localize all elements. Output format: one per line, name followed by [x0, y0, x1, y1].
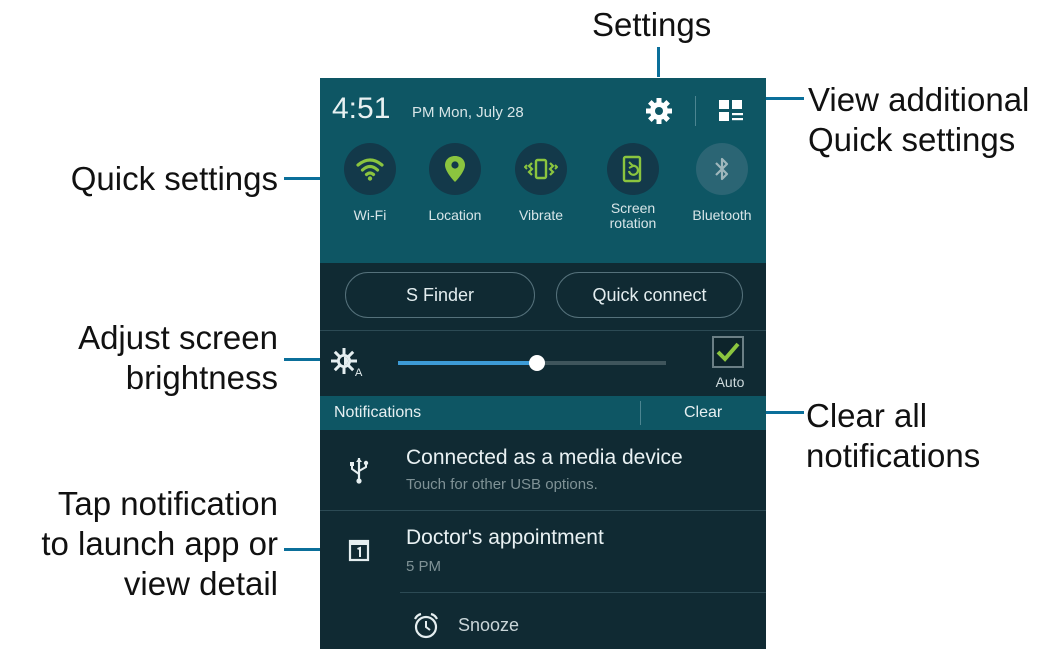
notification-subtitle: 5 PM: [406, 558, 442, 575]
settings-gear-icon[interactable]: [644, 96, 674, 126]
notifications-divider: [640, 401, 641, 425]
qs-rotation-circle[interactable]: [607, 143, 659, 195]
status-divider: [695, 96, 696, 126]
callout-clear-all: Clear all notifications: [806, 396, 980, 476]
callout-clear-line2: notifications: [806, 437, 981, 474]
qs-rotation-label: Screen rotation: [595, 201, 671, 231]
callout-clear-line1: Clear all: [806, 397, 928, 434]
callout-tap-line3: view detail: [123, 565, 278, 602]
callout-line-view-additional: [762, 97, 804, 100]
auto-brightness-checkbox[interactable]: [712, 336, 744, 368]
vibrate-icon: [524, 158, 558, 180]
alarm-clock-icon: [414, 612, 438, 639]
callout-adjust-line1: Adjust screen: [78, 319, 278, 356]
qs-toggle-bluetooth[interactable]: Bluetooth: [684, 143, 760, 223]
qs-rotation-label-line1: Screen: [610, 200, 656, 216]
qs-bluetooth-label: Bluetooth: [692, 207, 752, 223]
qs-toggle-wifi[interactable]: Wi-Fi: [332, 143, 408, 223]
status-date: PM Mon, July 28: [412, 104, 524, 121]
calendar-icon: [348, 539, 370, 562]
snooze-label: Snooze: [458, 615, 520, 635]
qs-vibrate-circle[interactable]: [515, 143, 567, 195]
brightness-slider-thumb[interactable]: [529, 355, 546, 371]
quick-connect-button[interactable]: Quick connect: [556, 272, 743, 318]
callout-line-settings: [657, 47, 660, 77]
svg-text:A: A: [355, 367, 363, 378]
bluetooth-icon: [715, 157, 729, 181]
callout-view-additional-line2: Quick settings: [808, 121, 1016, 158]
divider: [400, 592, 766, 593]
qs-wifi-circle[interactable]: [344, 143, 396, 195]
view-quick-settings-grid-icon[interactable]: [716, 96, 746, 126]
notification-title: Doctor's appointment: [406, 526, 604, 549]
notifications-title: Notifications: [334, 404, 422, 421]
divider: [320, 330, 766, 331]
callout-settings: Settings: [592, 6, 712, 43]
qs-rotation-label-line2: rotation: [609, 215, 657, 231]
qs-toggle-vibrate[interactable]: Vibrate: [503, 143, 579, 223]
notification-panel: 4:51 PM Mon, July 28 Wi-Fi Location Vibr…: [320, 78, 766, 649]
status-time: 4:51: [332, 92, 391, 125]
quick-settings-panel: 4:51 PM Mon, July 28 Wi-Fi Location Vibr…: [320, 78, 766, 263]
qs-location-label: Location: [428, 207, 482, 223]
usb-icon: [350, 458, 369, 484]
wifi-icon: [356, 158, 384, 181]
qs-wifi-label: Wi-Fi: [353, 207, 387, 223]
clear-notifications-button[interactable]: Clear: [684, 404, 722, 422]
divider: [320, 510, 766, 511]
callout-tap-notification: Tap notification to launch app or view d…: [0, 484, 278, 604]
notification-title: Connected as a media device: [406, 446, 683, 469]
location-icon: [445, 156, 465, 182]
callout-tap-line1: Tap notification: [57, 485, 278, 522]
qs-vibrate-label: Vibrate: [518, 207, 564, 223]
qs-toggle-screen-rotation[interactable]: Screen rotation: [595, 143, 671, 231]
notifications-header: Notifications Clear: [320, 396, 766, 430]
screen-rotation-icon: [622, 155, 642, 183]
callout-adjust-brightness: Adjust screen brightness: [20, 318, 278, 398]
s-finder-button[interactable]: S Finder: [345, 272, 535, 318]
brightness-slider[interactable]: [398, 355, 666, 371]
checkmark-icon: [716, 342, 740, 362]
brightness-slider-fill: [398, 361, 538, 365]
qs-location-circle[interactable]: [429, 143, 481, 195]
notification-subtitle: Touch for other USB options.: [406, 476, 598, 493]
qs-bluetooth-circle[interactable]: [696, 143, 748, 195]
callout-tap-line2: to launch app or: [41, 525, 278, 562]
auto-brightness-label: Auto: [715, 374, 745, 390]
callout-view-additional: View additional Quick settings: [808, 80, 1029, 160]
callout-quick-settings: Quick settings: [70, 160, 278, 197]
callout-adjust-line2: brightness: [125, 359, 278, 396]
brightness-auto-icon: A: [331, 348, 363, 378]
callout-view-additional-line1: View additional: [808, 81, 1030, 118]
qs-toggle-location[interactable]: Location: [417, 143, 493, 223]
